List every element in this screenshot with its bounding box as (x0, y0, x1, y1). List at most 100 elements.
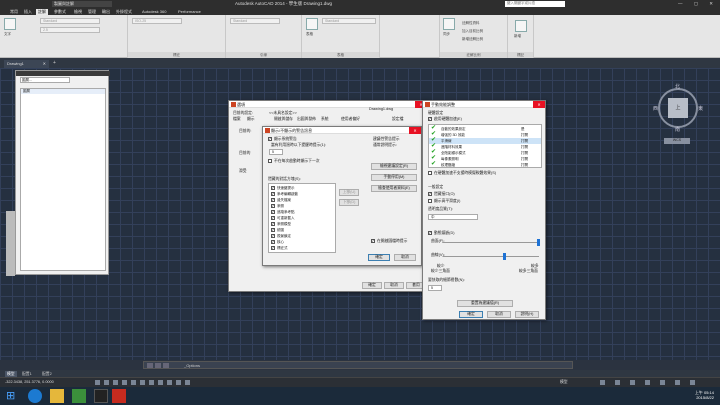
compass-west[interactable]: 西 (653, 105, 658, 112)
hardware-accel-icon[interactable] (645, 380, 650, 385)
annoscale-item-1[interactable]: 註解性資料 (462, 21, 480, 26)
text-height-select[interactable]: 2.5 (40, 27, 100, 33)
history-icon[interactable] (163, 363, 169, 368)
dyn-icon[interactable] (167, 380, 172, 385)
perf-ok-button[interactable]: 確定 (459, 311, 483, 318)
ortho-icon[interactable] (122, 380, 127, 385)
transparency-select[interactable]: 中 (428, 214, 478, 220)
show-warnings-checkbox[interactable] (268, 136, 272, 141)
otrack-icon[interactable] (149, 380, 154, 385)
options-ok-button[interactable]: 確定 (362, 282, 382, 289)
days-spinner[interactable]: 5 (269, 149, 283, 155)
prompt-on-open-checkbox[interactable] (371, 238, 375, 243)
palette-combo[interactable]: 圖層... (20, 77, 70, 83)
compass-north[interactable]: 北 (675, 83, 680, 90)
dim-style-select[interactable]: ISO-25 (132, 18, 182, 24)
fullscreen-icon[interactable] (675, 380, 680, 385)
infer-icon[interactable] (95, 380, 100, 385)
customize-icon[interactable] (690, 380, 695, 385)
dynamic-tess-checkbox[interactable] (428, 230, 432, 235)
vs-icon[interactable] (94, 389, 108, 403)
reset-recommended-button[interactable]: 重置為建議值(R) (457, 300, 513, 307)
high-smooth-checkbox[interactable] (428, 199, 432, 203)
add-tab-icon[interactable]: + (53, 60, 56, 66)
surface-slider-thumb[interactable] (537, 239, 540, 246)
command-input[interactable]: _Options (184, 362, 200, 369)
grid-icon[interactable] (113, 380, 118, 385)
warnings-cancel-button[interactable]: 取消 (394, 254, 416, 261)
perf-help-button[interactable]: 說明(H) (515, 311, 539, 318)
perf-cancel-button[interactable]: 取消 (487, 311, 511, 318)
close-icon[interactable] (147, 363, 153, 368)
tab-plot[interactable]: 出圖與發佈 (297, 117, 316, 122)
item-checkbox[interactable] (271, 239, 275, 245)
workspace-selector[interactable]: 製圖與註解 (52, 1, 112, 7)
wrench-icon[interactable] (155, 363, 161, 368)
ie-icon[interactable] (28, 389, 42, 403)
add-icon[interactable] (515, 20, 527, 32)
item-checkbox[interactable] (271, 191, 275, 197)
annoscale-item-2[interactable]: 加入目前比例 (462, 29, 483, 34)
item-checkbox[interactable] (271, 209, 275, 215)
move-up-button[interactable]: 上移(U) (339, 189, 359, 196)
system-clock[interactable]: 上午 05:14 2015/8/22 (695, 390, 714, 400)
curve-slider-thumb[interactable] (503, 253, 506, 260)
tab-user-pref[interactable]: 使用者偏好 (341, 117, 360, 122)
feature-list[interactable]: ✔ 自動的效果設定是 ✔ 增強的 3D 效能 打開 ✔ 平滑線 打開 ✔ 進階材料效果 打開 ✔ 全陰影… (428, 124, 542, 168)
cached-levels-spinner[interactable]: 5 (428, 285, 442, 291)
close-icon[interactable]: ✕ (409, 127, 421, 134)
view-recommended-button[interactable]: 檢視建議設定(R) (371, 163, 417, 170)
tpy-icon[interactable] (185, 380, 190, 385)
tab-system[interactable]: 系統 (321, 117, 329, 122)
annoscale-item-3[interactable]: 新增註解比例 (462, 37, 483, 42)
tab-profiles[interactable]: 設定檔 (392, 117, 403, 122)
tab-open-save[interactable]: 開啟與儲存 (274, 117, 293, 122)
file-tab-drawing1[interactable]: Drawing1 ✕ (4, 60, 49, 68)
item-checkbox[interactable] (271, 185, 275, 191)
snap-icon[interactable] (104, 380, 109, 385)
item-checkbox[interactable] (271, 221, 275, 227)
surface-slider-track[interactable] (443, 242, 539, 243)
viewcube-top-face[interactable]: 上 (668, 98, 688, 118)
explorer-icon[interactable] (50, 389, 64, 403)
item-checkbox[interactable] (271, 197, 275, 203)
workspace-icon[interactable] (615, 380, 620, 385)
model-space-label[interactable]: 模型 (560, 380, 568, 385)
warnings-ok-button[interactable]: 確定 (368, 254, 390, 261)
table-style-select[interactable]: Standard (322, 18, 376, 24)
manual-tuning-button[interactable]: 手動停用(M) (371, 174, 417, 181)
annoscale-status-icon[interactable] (600, 380, 605, 385)
emulate-checkbox[interactable] (428, 171, 432, 175)
tab-files[interactable]: 檔案 (233, 117, 241, 122)
command-line[interactable]: _Options (143, 361, 573, 369)
ducs-icon[interactable] (158, 380, 163, 385)
wcs-menu[interactable]: WCS (664, 138, 690, 144)
viewcube[interactable]: 上 北 南 西 東 (653, 83, 703, 133)
item-checkbox[interactable] (271, 203, 275, 209)
search-input[interactable]: 鍵入關鍵字或片語 (505, 1, 565, 7)
enable-hw-accel-checkbox[interactable] (428, 116, 432, 121)
isolate-icon[interactable] (660, 380, 665, 385)
osnap-icon[interactable] (140, 380, 145, 385)
palette-sidebar[interactable] (6, 211, 15, 276)
leader-style-select[interactable]: Standard (230, 18, 280, 24)
feature-row[interactable]: ✔ 紋理壓縮 打開 (429, 161, 541, 168)
hidden-dialog-list[interactable]: 快速鍵提示參考編輯啟動遺失檔案參照追蹤參考點可重新載入參照模型繪圖視景鎖定核心標… (268, 183, 336, 253)
hidden-dialog-item[interactable]: 標註式 (271, 245, 288, 252)
item-checkbox[interactable] (271, 233, 275, 239)
no-show-checkbox[interactable] (268, 159, 272, 163)
lwt-icon[interactable] (176, 380, 181, 385)
compass-south[interactable]: 南 (675, 126, 680, 133)
close-icon[interactable]: ✕ (533, 101, 545, 108)
annoscale-icon[interactable] (443, 18, 455, 30)
check-user-data-button[interactable]: 檢查使用者資料(E) (371, 185, 417, 192)
options-cancel-button[interactable]: 取消 (384, 282, 404, 289)
app-icon[interactable] (72, 389, 86, 403)
text-style-select[interactable]: Standard (40, 18, 100, 24)
table-icon[interactable] (306, 18, 318, 30)
close-icon[interactable]: ✕ (43, 60, 46, 68)
tab-display[interactable]: 顯示 (247, 117, 255, 122)
item-checkbox[interactable] (271, 215, 275, 221)
window-controls[interactable]: — ▢ ✕ (678, 1, 718, 7)
item-checkbox[interactable] (271, 245, 275, 251)
